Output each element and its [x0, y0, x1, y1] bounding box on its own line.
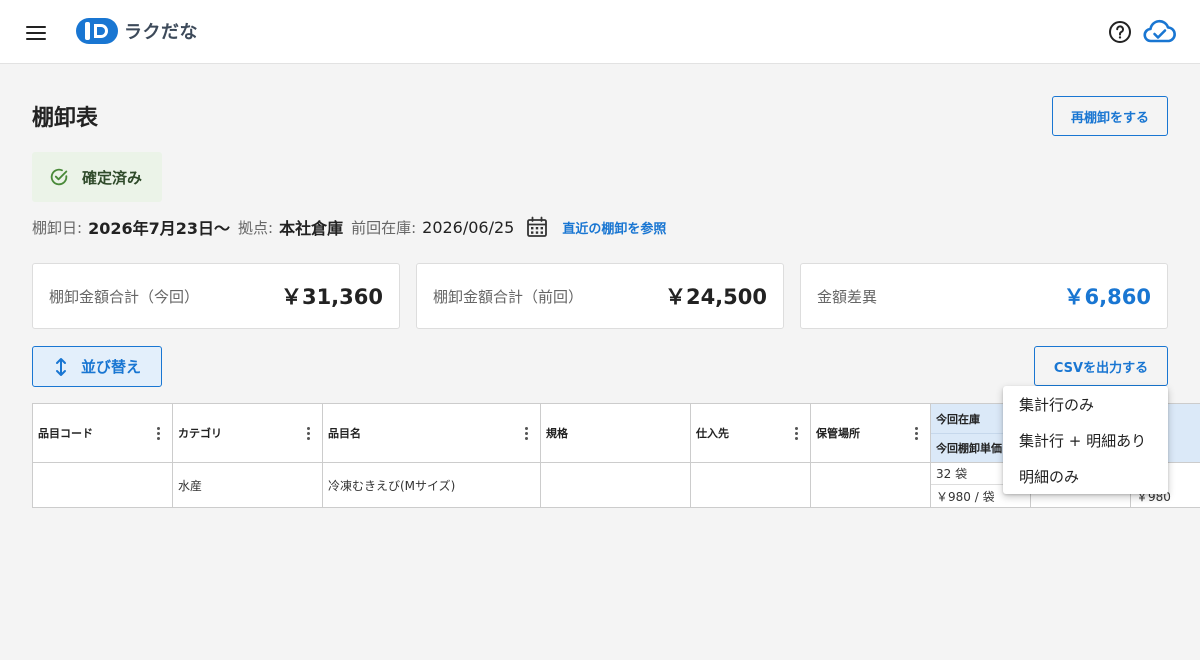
summary-card-previous: 棚卸金額合計（前回） ￥24,500 [416, 263, 784, 329]
sort-label: 並び替え [81, 358, 142, 376]
menu-icon[interactable] [24, 23, 48, 41]
logo-mark-icon [76, 18, 118, 44]
date-value: 2026年7月23日〜 [88, 219, 230, 238]
column-header-item-code[interactable]: 品目コード [33, 404, 173, 463]
column-header-label: 今回在庫 [936, 412, 980, 426]
sort-button[interactable]: 並び替え [32, 346, 162, 387]
column-header-supplier[interactable]: 仕入先 [691, 404, 811, 463]
app-header: ラクだな [0, 0, 1200, 64]
column-menu-icon[interactable] [302, 425, 314, 441]
column-header-spec[interactable]: 規格 [541, 404, 691, 463]
column-header-label: 規格 [546, 427, 568, 440]
previous-stock-label: 前回在庫: [351, 218, 417, 237]
logo-text: ラクだな [124, 22, 198, 43]
column-menu-icon[interactable] [910, 425, 922, 441]
card-value: ￥24,500 [664, 285, 767, 309]
cell-spec[interactable] [541, 463, 691, 507]
menu-item-summary-only[interactable]: 集計行のみ [1003, 386, 1168, 422]
column-header-label: 品目名 [328, 427, 361, 440]
card-label: 金額差異 [817, 287, 878, 306]
menu-item-details-only[interactable]: 明細のみ [1003, 458, 1168, 494]
cell-item-code[interactable] [33, 463, 173, 507]
column-header-label: 保管場所 [816, 427, 860, 440]
cell-category[interactable]: 水産 [173, 463, 323, 507]
recent-inventory-link[interactable]: 直近の棚卸を参照 [562, 218, 666, 237]
cloud-sync-icon[interactable] [1142, 17, 1178, 47]
recount-button[interactable]: 再棚卸をする [1052, 96, 1168, 136]
sort-arrows-icon [56, 357, 66, 376]
check-circle-icon [50, 168, 68, 186]
column-header-category[interactable]: カテゴリ [173, 404, 323, 463]
summary-card-difference: 金額差異 ￥6,860 [800, 263, 1168, 329]
column-header-storage[interactable]: 保管場所 [811, 404, 931, 463]
column-header-label: 今回棚卸単価 [936, 442, 1002, 455]
column-header-label: カテゴリ [178, 427, 222, 440]
calendar-icon[interactable] [526, 216, 548, 238]
status-badge: 確定済み [32, 152, 162, 202]
cell-item-name[interactable]: 冷凍むきえび(Mサイズ) [323, 463, 541, 507]
cell-supplier[interactable] [691, 463, 811, 507]
column-header-item-name[interactable]: 品目名 [323, 404, 541, 463]
page-title: 棚卸表 [32, 106, 99, 131]
location-label: 拠点: [238, 218, 274, 237]
help-icon[interactable] [1108, 20, 1132, 44]
column-menu-icon[interactable] [152, 425, 164, 441]
card-label: 棚卸金額合計（前回） [433, 287, 584, 306]
card-label: 棚卸金額合計（今回） [49, 287, 200, 306]
column-menu-icon[interactable] [520, 425, 532, 441]
card-value: ￥31,360 [280, 285, 383, 309]
card-value: ￥6,860 [1063, 285, 1151, 309]
menu-item-summary-and-details[interactable]: 集計行 + 明細あり [1003, 422, 1168, 458]
status-label: 確定済み [82, 168, 143, 187]
cell-storage[interactable] [811, 463, 931, 507]
column-menu-icon[interactable] [790, 425, 802, 441]
previous-stock-date: 2026/06/25 [422, 217, 515, 237]
date-label: 棚卸日: [32, 218, 83, 237]
csv-export-button[interactable]: CSVを出力する [1034, 346, 1168, 386]
column-header-label: 仕入先 [696, 427, 729, 440]
summary-card-current: 棚卸金額合計（今回） ￥31,360 [32, 263, 400, 329]
inventory-info: 棚卸日: 2026年7月23日〜 拠点: 本社倉庫 前回在庫: 2026/06/… [32, 214, 666, 240]
app-logo[interactable]: ラクだな [74, 14, 198, 48]
location-value: 本社倉庫 [279, 219, 344, 238]
csv-export-menu: 集計行のみ 集計行 + 明細あり 明細のみ [1003, 386, 1168, 494]
column-header-label: 品目コード [38, 427, 93, 440]
